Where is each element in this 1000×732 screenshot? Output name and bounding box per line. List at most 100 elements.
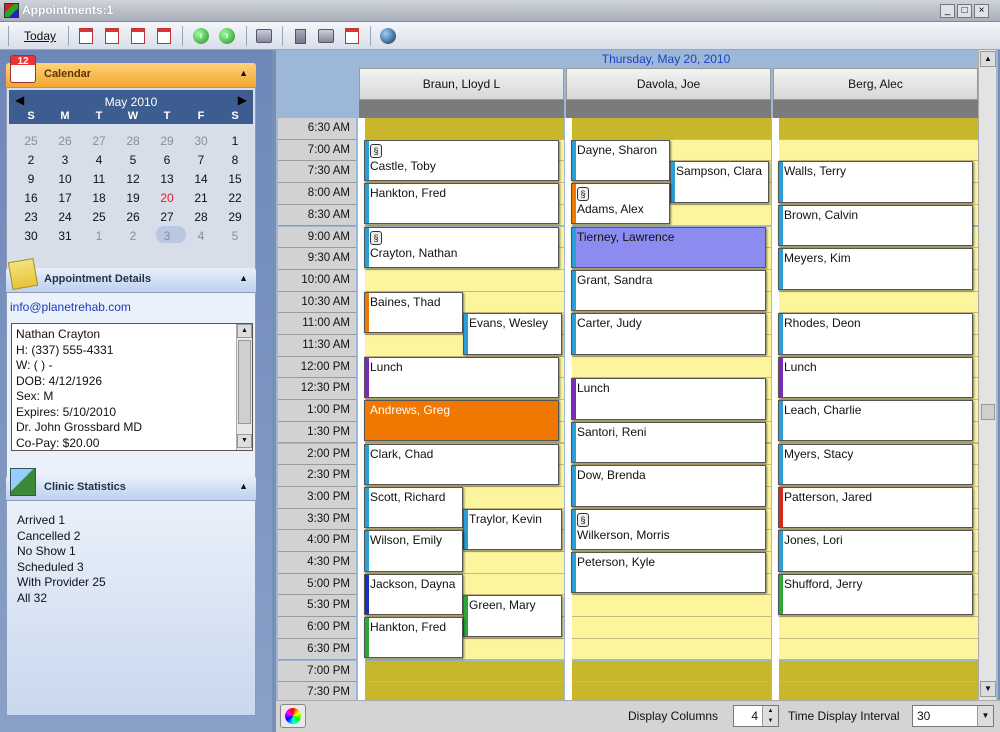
- calendar-day[interactable]: 19: [116, 191, 150, 205]
- appointment-block[interactable]: Sampson, Clara: [670, 161, 769, 203]
- appointment-block[interactable]: Tierney, Lawrence: [571, 226, 766, 268]
- calendar-day[interactable]: 16: [14, 191, 48, 205]
- appointment-block[interactable]: Grant, Sandra: [571, 269, 766, 312]
- provider-column-header[interactable]: Berg, Alec: [773, 68, 978, 100]
- users-button[interactable]: [315, 25, 337, 47]
- calendar-day[interactable]: 12: [116, 172, 150, 186]
- appointment-block[interactable]: Peterson, Kyle: [571, 552, 766, 594]
- forward-button[interactable]: ›: [216, 25, 238, 47]
- appointment-block[interactable]: Jones, Lori: [778, 530, 973, 572]
- collapse-icon[interactable]: ▲: [239, 481, 248, 491]
- delete-button[interactable]: [289, 25, 311, 47]
- time-slot[interactable]: [778, 139, 978, 162]
- time-slot[interactable]: [364, 269, 564, 292]
- week-view-button[interactable]: [101, 25, 123, 47]
- appointment-block[interactable]: Hankton, Fred: [364, 617, 463, 659]
- search-button[interactable]: [341, 25, 363, 47]
- calendar-day[interactable]: 27: [150, 210, 184, 224]
- appointment-block[interactable]: Lunch: [571, 378, 766, 420]
- calendar-day[interactable]: 4: [184, 229, 218, 243]
- calendar-day[interactable]: 22: [218, 191, 252, 205]
- year-view-button[interactable]: [153, 25, 175, 47]
- calendar-day[interactable]: 29: [150, 134, 184, 148]
- calendar-day[interactable]: 5: [116, 153, 150, 167]
- appointment-block[interactable]: Dayne, Sharon: [571, 139, 670, 182]
- close-button[interactable]: ×: [974, 4, 989, 18]
- link-button[interactable]: [253, 25, 275, 47]
- time-slot[interactable]: [364, 682, 564, 700]
- next-month-button[interactable]: ▶: [238, 93, 247, 107]
- calendar-day[interactable]: 26: [116, 210, 150, 224]
- calendar-day[interactable]: 31: [48, 229, 82, 243]
- calendar-day[interactable]: 23: [14, 210, 48, 224]
- appointment-block[interactable]: Jackson, Dayna: [364, 573, 463, 616]
- appointment-block[interactable]: Traylor, Kevin: [463, 508, 562, 550]
- back-button[interactable]: ‹: [190, 25, 212, 47]
- calendar-day[interactable]: 29: [218, 210, 252, 224]
- time-slot[interactable]: [778, 291, 978, 314]
- time-slot[interactable]: [778, 660, 978, 683]
- time-slot[interactable]: [571, 356, 771, 379]
- appointment-block[interactable]: Walls, Terry: [778, 161, 973, 203]
- calendar-day[interactable]: 30: [184, 134, 218, 148]
- time-slot[interactable]: [571, 118, 771, 140]
- calendar-day[interactable]: 30: [14, 229, 48, 243]
- time-slot[interactable]: [571, 682, 771, 700]
- today-button[interactable]: Today: [20, 26, 60, 46]
- spinner-arrows-icon[interactable]: ▲ ▼: [762, 706, 778, 726]
- month-view-button[interactable]: [127, 25, 149, 47]
- calendar-day[interactable]: 14: [184, 172, 218, 186]
- calendar-day[interactable]: 25: [82, 210, 116, 224]
- calendar-day[interactable]: 7: [184, 153, 218, 167]
- calendar-day[interactable]: 1: [218, 134, 252, 148]
- appointment-details-header[interactable]: Appointment Details ▲: [6, 257, 256, 292]
- scroll-up-icon[interactable]: ▲: [237, 324, 252, 338]
- minimize-button[interactable]: _: [940, 4, 955, 18]
- appointment-block[interactable]: Leach, Charlie: [778, 400, 973, 442]
- calendar-day[interactable]: 2: [14, 153, 48, 167]
- color-settings-button[interactable]: [280, 704, 306, 728]
- appointment-block[interactable]: § Crayton, Nathan: [364, 226, 559, 268]
- appointment-block[interactable]: Meyers, Kim: [778, 248, 973, 290]
- time-slot[interactable]: [778, 617, 978, 639]
- scroll-down-icon[interactable]: ▼: [237, 434, 252, 448]
- calendar-day[interactable]: 5: [218, 229, 252, 243]
- calendar-day[interactable]: 17: [48, 191, 82, 205]
- provider-column-header[interactable]: Davola, Joe: [566, 68, 771, 100]
- display-columns-stepper[interactable]: 4 ▲ ▼: [733, 705, 779, 727]
- appointment-block[interactable]: Evans, Wesley: [463, 313, 562, 355]
- time-slot[interactable]: [778, 682, 978, 700]
- calendar-day[interactable]: 20: [150, 191, 184, 205]
- patient-info-scrollbar[interactable]: ▲ ▼: [236, 324, 252, 450]
- calendar-day[interactable]: 13: [150, 172, 184, 186]
- calendar-day[interactable]: 28: [116, 134, 150, 148]
- calendar-day[interactable]: 25: [14, 134, 48, 148]
- clinic-email-link[interactable]: info@planetrehab.com: [10, 300, 131, 314]
- time-slot[interactable]: [571, 617, 771, 639]
- appointment-block[interactable]: Lunch: [364, 356, 559, 399]
- day-view-button[interactable]: [75, 25, 97, 47]
- collapse-icon[interactable]: ▲: [239, 68, 248, 78]
- time-slot[interactable]: [571, 660, 771, 683]
- appointment-block[interactable]: Lunch: [778, 356, 973, 399]
- calendar-day[interactable]: 2: [116, 229, 150, 243]
- patient-info-box[interactable]: Nathan Crayton H: (337) 555-4331 W: ( ) -D…: [11, 323, 253, 451]
- chevron-down-icon[interactable]: ▼: [977, 706, 993, 726]
- appointment-block[interactable]: Wilson, Emily: [364, 530, 463, 572]
- calendar-day[interactable]: 15: [218, 172, 252, 186]
- appointment-block[interactable]: Scott, Richard: [364, 486, 463, 529]
- appointment-block[interactable]: Brown, Calvin: [778, 204, 973, 247]
- appointment-block[interactable]: Andrews, Greg: [364, 400, 559, 442]
- calendar-day[interactable]: 10: [48, 172, 82, 186]
- web-button[interactable]: [377, 25, 399, 47]
- appointment-block[interactable]: Baines, Thad: [364, 291, 463, 333]
- appointment-block[interactable]: Myers, Stacy: [778, 443, 973, 485]
- appointment-block[interactable]: Dow, Brenda: [571, 465, 766, 507]
- calendar-day[interactable]: 3: [48, 153, 82, 167]
- scroll-down-icon[interactable]: ▼: [980, 681, 996, 697]
- time-slot[interactable]: [364, 660, 564, 683]
- maximize-button[interactable]: □: [957, 4, 972, 18]
- calendar-day[interactable]: 4: [82, 153, 116, 167]
- appointment-block[interactable]: § Wilkerson, Morris: [571, 508, 766, 550]
- appointment-block[interactable]: Santori, Reni: [571, 421, 766, 464]
